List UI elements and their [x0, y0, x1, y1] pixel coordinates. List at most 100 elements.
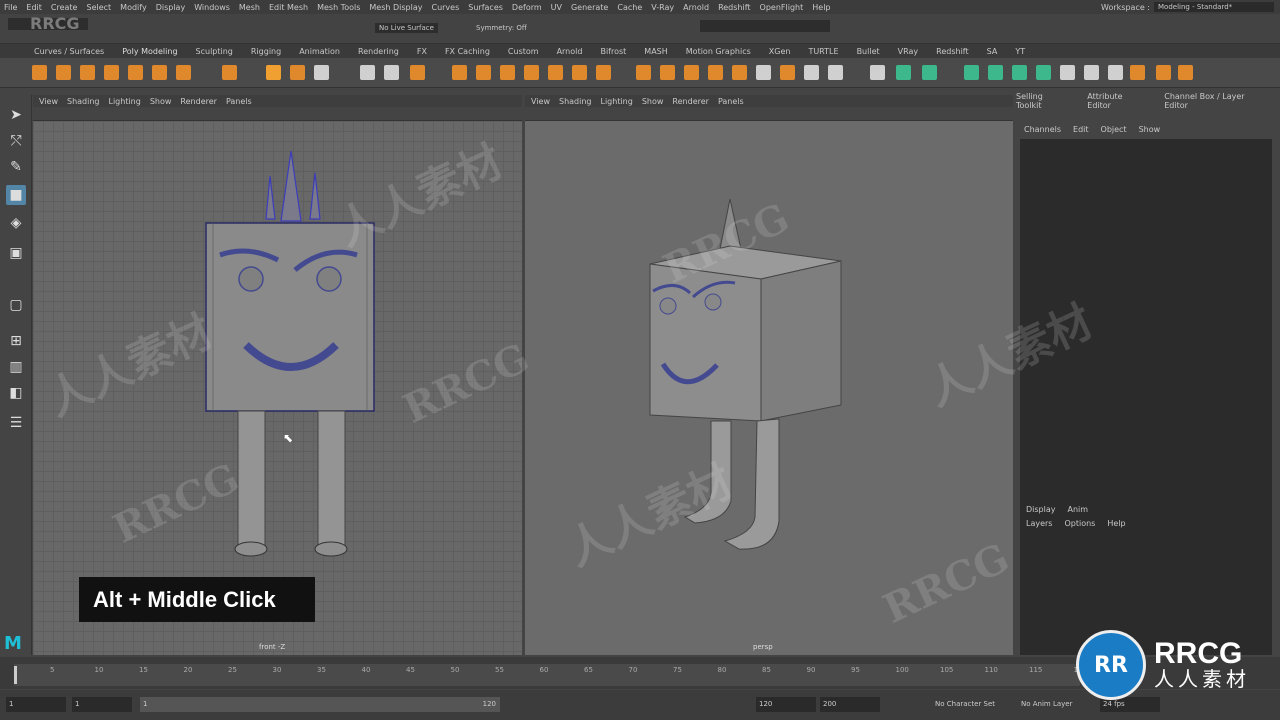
shelf-tab-turtle[interactable]: TURTLE [808, 47, 838, 56]
tab-display[interactable]: Display [1026, 505, 1056, 514]
menu-windows[interactable]: Windows [194, 3, 230, 12]
shelf-tab-vray[interactable]: VRay [898, 47, 919, 56]
channel-menu-channels[interactable]: Channels [1024, 125, 1061, 134]
menu-generate[interactable]: Generate [571, 3, 608, 12]
shelf-tool-icon[interactable] [756, 65, 771, 80]
live-surface-field[interactable]: No Live Surface [375, 23, 438, 33]
shelf-tool-icon[interactable] [1108, 65, 1123, 80]
vp2-menu-renderer[interactable]: Renderer [672, 97, 709, 106]
vp-menu-show[interactable]: Show [150, 97, 172, 106]
menu-deform[interactable]: Deform [512, 3, 542, 12]
shelf-tool-icon[interactable] [1036, 65, 1051, 80]
shelf-tool-icon[interactable] [1156, 65, 1171, 80]
shelf-tool-icon[interactable] [1012, 65, 1027, 80]
shelf-tool-icon[interactable] [152, 65, 167, 80]
vp-menu-lighting[interactable]: Lighting [108, 97, 140, 106]
shelf-tab-bifrost[interactable]: Bifrost [600, 47, 626, 56]
shelf-tab-rendering[interactable]: Rendering [358, 47, 399, 56]
menu-file[interactable]: File [4, 3, 17, 12]
vp2-menu-view[interactable]: View [531, 97, 550, 106]
shelf-tool-icon[interactable] [636, 65, 651, 80]
menu-openflight[interactable]: OpenFlight [760, 3, 804, 12]
shelf-tab-xgen[interactable]: XGen [769, 47, 791, 56]
menu-edit[interactable]: Edit [26, 3, 42, 12]
menu-create[interactable]: Create [51, 3, 78, 12]
transform-fields[interactable] [700, 20, 830, 32]
shelf-tool-icon[interactable] [870, 65, 885, 80]
lasso-tool-icon[interactable]: ⤲ [6, 131, 26, 151]
start-time-field[interactable]: 1 [6, 697, 66, 712]
menu-surfaces[interactable]: Surfaces [468, 3, 503, 12]
shelf-tool-icon[interactable] [964, 65, 979, 80]
menu-uv[interactable]: UV [551, 3, 562, 12]
menu-mesh[interactable]: Mesh [239, 3, 260, 12]
shelf-tab-fx[interactable]: FX [417, 47, 427, 56]
shelf-tab-sa[interactable]: SA [987, 47, 998, 56]
shelf-tool-icon[interactable] [548, 65, 563, 80]
menu-mesh-tools[interactable]: Mesh Tools [317, 3, 360, 12]
menu-v-ray[interactable]: V-Ray [651, 3, 674, 12]
menu-mesh-display[interactable]: Mesh Display [369, 3, 422, 12]
shelf-tool-icon[interactable] [360, 65, 375, 80]
menu-redshift[interactable]: Redshift [718, 3, 750, 12]
shelf-tool-icon[interactable] [128, 65, 143, 80]
menu-arnold[interactable]: Arnold [683, 3, 709, 12]
shelf-tool-icon[interactable] [500, 65, 515, 80]
shelf-tool-icon[interactable] [56, 65, 71, 80]
paint-select-icon[interactable]: ✎ [6, 157, 26, 177]
shelf-tool-icon[interactable] [32, 65, 47, 80]
shelf-tool-icon[interactable] [780, 65, 795, 80]
shelf-tool-icon[interactable] [896, 65, 911, 80]
shelf-tool-icon[interactable] [476, 65, 491, 80]
vp-menu-view[interactable]: View [39, 97, 58, 106]
shelf-tool-icon[interactable] [684, 65, 699, 80]
tab-channel-box[interactable]: Channel Box / Layer Editor [1164, 92, 1256, 110]
end-time-field[interactable]: 200 [820, 697, 880, 712]
shelf-tool-icon[interactable] [708, 65, 723, 80]
shelf-tab-yt[interactable]: YT [1015, 47, 1025, 56]
vp-menu-renderer[interactable]: Renderer [180, 97, 217, 106]
shelf-tool-icon[interactable] [314, 65, 329, 80]
scale-tool-icon[interactable]: ▣ [6, 243, 26, 263]
shelf-tool-icon[interactable] [80, 65, 95, 80]
outliner-icon[interactable]: ☰ [6, 413, 26, 433]
shelf-tool-icon[interactable] [104, 65, 119, 80]
shelf-tab-sculpting[interactable]: Sculpting [196, 47, 233, 56]
menu-display[interactable]: Display [156, 3, 186, 12]
menu-help[interactable]: Help [812, 3, 830, 12]
tab-selling-toolkit[interactable]: Selling Toolkit [1016, 92, 1063, 110]
shelf-tool-icon[interactable] [988, 65, 1003, 80]
channel-menu-object[interactable]: Object [1101, 125, 1127, 134]
shelf-tool-icon[interactable] [1130, 65, 1145, 80]
time-ticks[interactable]: 5 10 15 20 25 30 35 40 45 50 55 60 65 70 75 80 85 90 95 100… [14, 664, 1087, 686]
vp2-menu-shading[interactable]: Shading [559, 97, 592, 106]
vp-menu-shading[interactable]: Shading [67, 97, 100, 106]
symmetry-dropdown[interactable]: Symmetry: Off [472, 23, 531, 33]
tab-anim[interactable]: Anim [1068, 505, 1089, 514]
select-tool-icon[interactable]: ➤ [6, 105, 26, 125]
shelf-tab-animation[interactable]: Animation [299, 47, 340, 56]
channel-menu-edit[interactable]: Edit [1073, 125, 1089, 134]
shelf-tab-redshift[interactable]: Redshift [936, 47, 968, 56]
shelf-tool-icon[interactable] [524, 65, 539, 80]
shelf-tool-icon[interactable] [176, 65, 191, 80]
tab-attribute-editor[interactable]: Attribute Editor [1087, 92, 1140, 110]
range-start-field[interactable]: 1 [72, 697, 132, 712]
shelf-tab-rigging[interactable]: Rigging [251, 47, 281, 56]
shelf-tool-icon[interactable] [222, 65, 237, 80]
four-view-icon[interactable]: ⊞ [6, 331, 26, 351]
move-tool-icon[interactable]: ■ [6, 185, 26, 205]
shelf-tab-fx-caching[interactable]: FX Caching [445, 47, 490, 56]
vp2-menu-show[interactable]: Show [642, 97, 664, 106]
shelf-tool-icon[interactable] [732, 65, 747, 80]
shelf-tool-icon[interactable] [384, 65, 399, 80]
single-view-icon[interactable]: ▢ [6, 295, 26, 315]
vp2-menu-lighting[interactable]: Lighting [600, 97, 632, 106]
shelf-tool-icon[interactable] [596, 65, 611, 80]
shelf-tool-icon[interactable] [266, 65, 281, 80]
menu-select[interactable]: Select [86, 3, 111, 12]
persp-outliner-icon[interactable]: ◧ [6, 383, 26, 403]
shelf-tool-icon[interactable] [660, 65, 675, 80]
shelf-tab-custom[interactable]: Custom [508, 47, 539, 56]
shelf-tool-icon[interactable] [828, 65, 843, 80]
